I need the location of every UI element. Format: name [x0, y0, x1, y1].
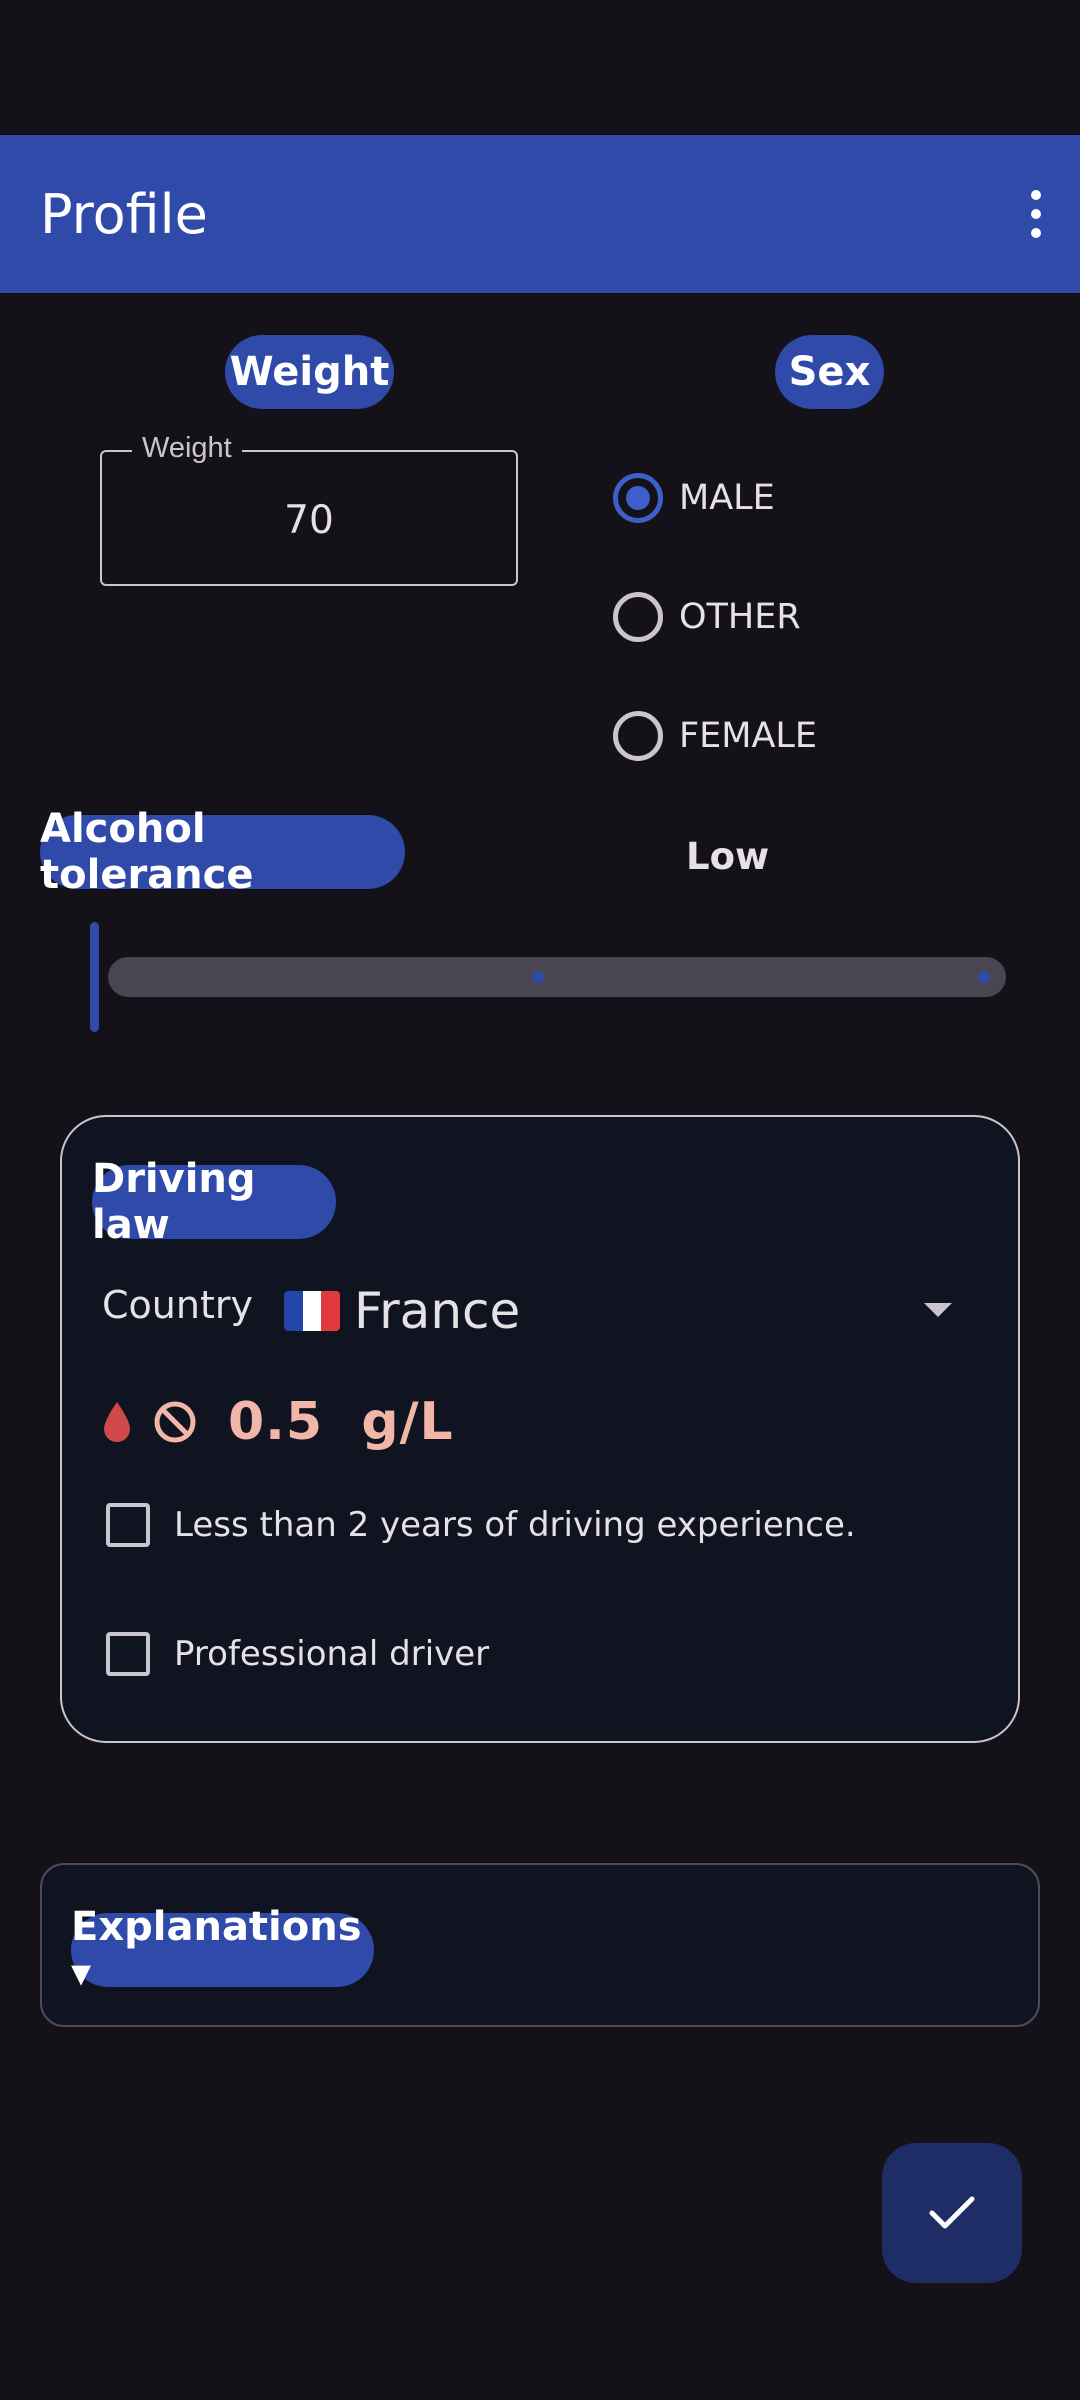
- radio-button[interactable]: [613, 711, 663, 761]
- check-icon: [929, 2196, 975, 2229]
- no-entry-icon: [154, 1401, 196, 1443]
- radio-other[interactable]: OTHER: [613, 587, 801, 647]
- driving-law-section-label: Driving law: [92, 1156, 336, 1248]
- slider-tick: [532, 971, 544, 983]
- tolerance-slider-thumb[interactable]: [90, 922, 99, 1032]
- checkbox[interactable]: [106, 1503, 150, 1547]
- flag-france-icon: [284, 1291, 340, 1331]
- weight-input[interactable]: Weight 70: [100, 432, 518, 586]
- weight-field-label: Weight: [132, 432, 242, 465]
- radio-button-selected[interactable]: [613, 473, 663, 523]
- radio-label: MALE: [679, 478, 775, 518]
- tolerance-section-label: Alcohol tolerance: [40, 806, 405, 898]
- weight-section-label: Weight: [225, 335, 394, 409]
- radio-male[interactable]: MALE: [613, 468, 775, 528]
- radio-button[interactable]: [613, 592, 663, 642]
- tolerance-value-label: Low: [686, 835, 770, 878]
- save-fab-button[interactable]: [882, 2143, 1022, 2283]
- chevron-down-icon: [924, 1303, 952, 1317]
- more-vert-icon[interactable]: [1010, 175, 1062, 253]
- checkbox[interactable]: [106, 1632, 150, 1676]
- legal-limit-row: 0.5 g/L: [102, 1377, 454, 1467]
- checkbox-professional-driver[interactable]: Professional driver: [106, 1632, 489, 1676]
- tolerance-slider-track[interactable]: [108, 957, 1006, 997]
- country-value: France: [354, 1282, 521, 1340]
- sex-section-label: Sex: [775, 335, 884, 409]
- slider-tick: [978, 971, 990, 983]
- checkbox-label: Less than 2 years of driving experience.: [174, 1505, 856, 1545]
- radio-label: FEMALE: [679, 716, 818, 756]
- weight-value: 70: [284, 498, 334, 543]
- top-app-bar: Profile: [0, 135, 1080, 293]
- radio-female[interactable]: FEMALE: [613, 706, 817, 766]
- driving-law-card: Driving law Country France 0.5 g/L Less …: [60, 1115, 1020, 1743]
- checkbox-novice-driver[interactable]: Less than 2 years of driving experience.: [106, 1503, 856, 1547]
- explanations-toggle[interactable]: Explanations ▾: [71, 1904, 374, 1996]
- country-dropdown[interactable]: France: [284, 1271, 964, 1351]
- page-title: Profile: [40, 183, 208, 246]
- legal-limit-value: 0.5 g/L: [228, 1392, 454, 1452]
- explanations-card: Explanations ▾: [40, 1863, 1040, 2027]
- checkbox-label: Professional driver: [174, 1634, 490, 1674]
- blood-drop-icon: [104, 1402, 130, 1442]
- country-label: Country: [102, 1283, 253, 1327]
- radio-label: OTHER: [679, 597, 801, 637]
